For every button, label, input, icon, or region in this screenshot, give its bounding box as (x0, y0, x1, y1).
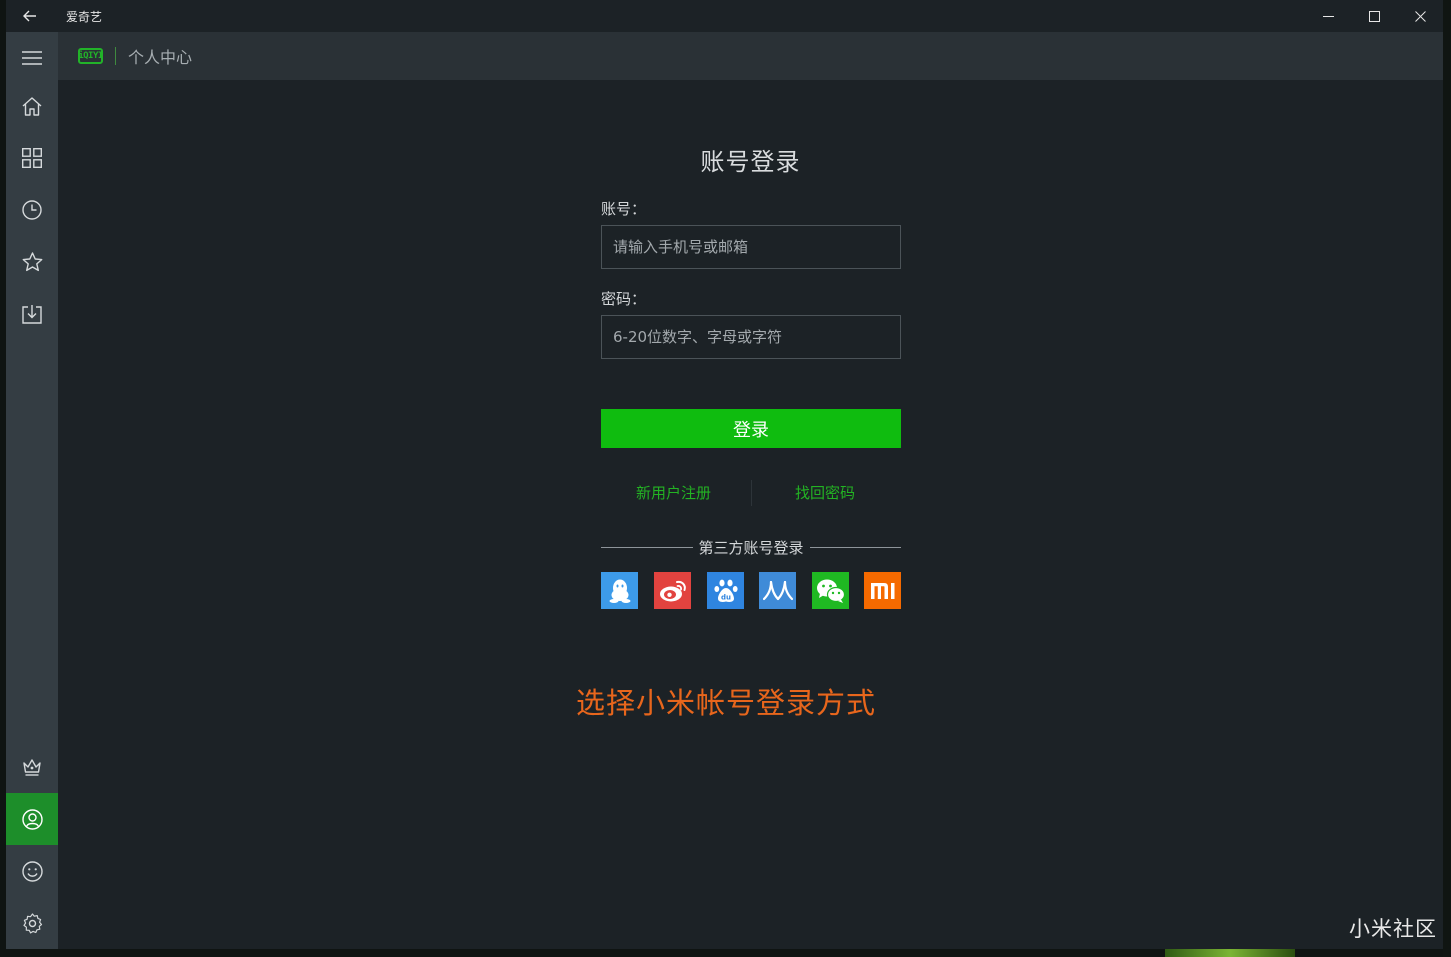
wechat-login-button[interactable] (812, 572, 849, 609)
annotation-text: 选择小米帐号登录方式 (576, 686, 877, 720)
xiaomi-login-button[interactable] (864, 572, 901, 609)
desktop-background-leaf (1165, 949, 1295, 957)
grid-icon (22, 148, 42, 168)
back-button[interactable] (6, 0, 54, 32)
header-divider (115, 47, 116, 65)
renren-login-button[interactable] (759, 572, 796, 609)
star-icon (22, 252, 42, 272)
maximize-button[interactable] (1351, 0, 1397, 32)
sidebar-item-categories[interactable] (6, 132, 58, 184)
title-bar: 爱奇艺 (6, 0, 1443, 32)
login-title: 账号登录 (700, 148, 801, 176)
third-party-heading: 第三方账号登录 (601, 537, 902, 557)
clock-icon (22, 200, 42, 220)
xiaomi-mi-icon (870, 582, 894, 599)
crown-icon (23, 759, 41, 776)
sidebar-item-history[interactable] (6, 184, 58, 236)
app-title: 爱奇艺 (66, 9, 103, 24)
sidebar-item-downloads[interactable] (6, 288, 58, 340)
baidu-paw-icon: du (713, 579, 738, 602)
weibo-icon (659, 580, 686, 601)
page-header: iQIYI 个人中心 (58, 32, 1443, 80)
links-divider (751, 480, 752, 506)
sidebar-item-favorites[interactable] (6, 236, 58, 288)
password-label: 密码： (601, 290, 647, 308)
maximize-icon (1368, 10, 1380, 22)
close-icon (1414, 10, 1426, 22)
sidebar-item-vip[interactable] (6, 741, 58, 793)
watermark: 小米社区 (1349, 917, 1437, 941)
window-controls (1305, 0, 1443, 32)
gear-icon (22, 912, 42, 933)
account-links: 新用户注册 找回密码 (601, 480, 901, 506)
app-window: 爱奇艺 iQIYI 个人中心 账号登录 账号： 请输入手机号或邮箱 密码： 6-… (6, 0, 1443, 949)
close-button[interactable] (1397, 0, 1443, 32)
login-button[interactable]: 登录 (601, 409, 901, 448)
sidebar-item-settings[interactable] (6, 897, 58, 949)
heading-line-right (809, 546, 902, 548)
logo-text: iQIYI (78, 51, 103, 61)
qq-login-button[interactable] (601, 572, 638, 609)
sidebar (6, 32, 58, 949)
renren-icon (762, 580, 793, 600)
minimize-button[interactable] (1305, 0, 1351, 32)
account-input[interactable] (601, 225, 901, 269)
third-party-buttons: du (601, 572, 901, 609)
login-panel: 账号登录 账号： 密码： 登录 新用户注册 找回密码 第三方账号登录 (58, 80, 1443, 949)
minimize-icon (1322, 15, 1334, 17)
desktop-background-edge (1443, 0, 1451, 957)
sidebar-item-home[interactable] (6, 80, 58, 132)
home-icon (22, 96, 42, 116)
sidebar-item-menu[interactable] (6, 32, 58, 84)
register-link[interactable]: 新用户注册 (636, 482, 711, 503)
page-title: 个人中心 (128, 48, 193, 67)
download-icon (22, 305, 42, 324)
sidebar-item-account[interactable] (6, 793, 58, 845)
heading-line-left (601, 546, 693, 548)
weibo-login-button[interactable] (654, 572, 691, 609)
user-icon (21, 808, 43, 830)
password-input[interactable] (601, 315, 901, 359)
qq-penguin-icon (609, 579, 630, 603)
smiley-icon (21, 860, 43, 882)
iqiyi-logo: iQIYI (78, 48, 103, 64)
back-arrow-icon (23, 10, 36, 22)
sidebar-item-feedback[interactable] (6, 845, 58, 897)
baidu-login-button[interactable]: du (707, 572, 744, 609)
recover-password-link[interactable]: 找回密码 (795, 482, 855, 503)
account-label: 账号： (601, 200, 647, 218)
wechat-icon (816, 579, 845, 603)
hamburger-icon (22, 51, 42, 65)
third-party-title: 第三方账号登录 (698, 538, 804, 557)
svg-text:du: du (721, 593, 731, 601)
